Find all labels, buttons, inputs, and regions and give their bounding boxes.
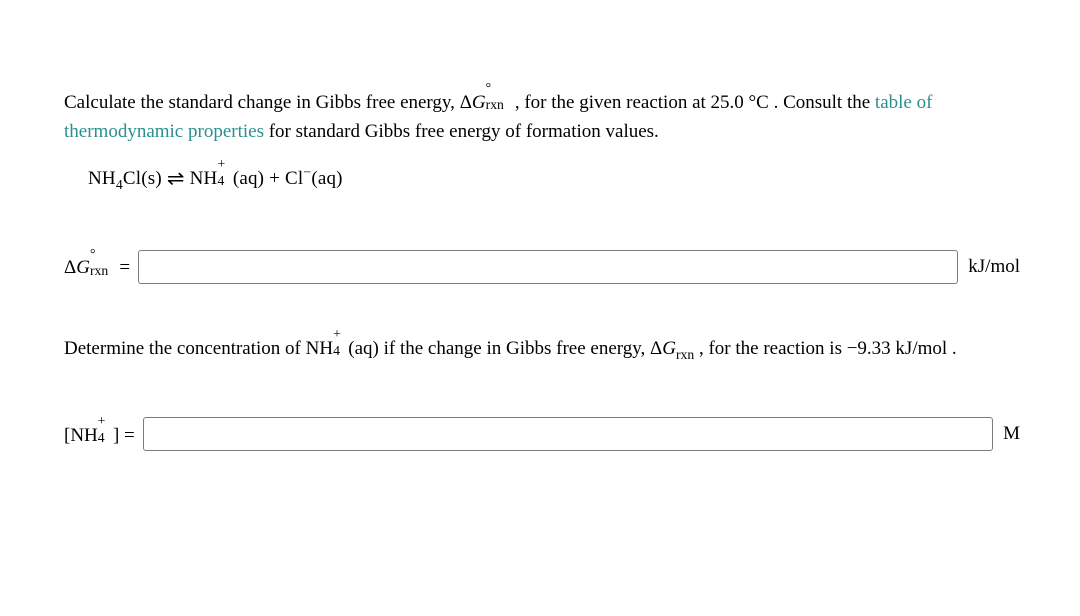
q2-text-d: . [947, 338, 957, 359]
answer1-unit: kJ/mol [968, 256, 1020, 278]
q1-intro-b: , for the given reaction at 25.0 °C . Co… [510, 92, 875, 113]
q2-text-c: , for the reaction is [694, 338, 846, 359]
question2-prompt: Determine the concentration of NH+4 (aq)… [64, 334, 1020, 363]
answer1-label: ΔG°rxn = [64, 254, 130, 279]
gibbs-energy-input[interactable] [138, 250, 958, 284]
question1-prompt: Calculate the standard change in Gibbs f… [64, 88, 1020, 147]
q1-intro-c: for standard Gibbs free energy of format… [264, 121, 659, 142]
q2-text-a: Determine the concentration of [64, 338, 306, 359]
q2-text-b: if the change in Gibbs free energy, [379, 338, 650, 359]
answer-row-gibbs: ΔG°rxn = kJ/mol [64, 250, 1020, 284]
q1-intro-a: Calculate the standard change in Gibbs f… [64, 92, 460, 113]
q2-value: −9.33 kJ/mol [847, 338, 947, 359]
answer-row-concentration: [NH+4 ] = M [64, 417, 1020, 451]
concentration-input[interactable] [143, 417, 993, 451]
answer2-unit: M [1003, 423, 1020, 445]
answer2-label: [NH+4 ] = [64, 422, 135, 447]
reaction-equation: NH4Cl(s) ⇌ NH+4 (aq) + Cl−(aq) [88, 165, 1020, 190]
